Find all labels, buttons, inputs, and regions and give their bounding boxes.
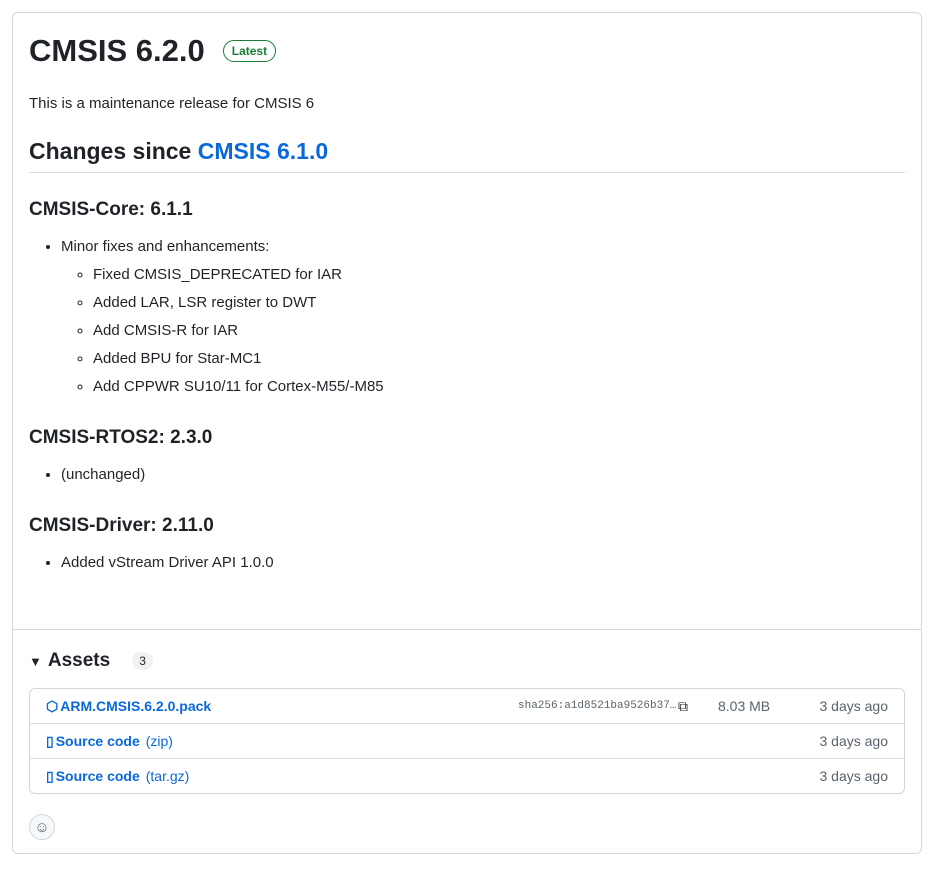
assets-table: ⬡ ARM.CMSIS.6.2.0.pack sha256:a1d8521ba95…: [29, 688, 905, 794]
asset-row: ▯ Source code (zip) 3 days ago: [30, 723, 904, 758]
asset-ext: (tar.gz): [145, 768, 190, 784]
asset-name: Source code: [55, 768, 140, 784]
latest-badge: Latest: [222, 40, 277, 62]
changes-prefix: Changes since: [29, 138, 198, 164]
release-intro: This is a maintenance release for CMSIS …: [29, 95, 315, 112]
asset-ext: (zip): [145, 733, 173, 749]
section-heading: CMSIS-Driver: 2.11.0: [29, 515, 214, 536]
asset-date: 3 days ago: [819, 768, 889, 784]
assets-toggle[interactable]: ▼ Assets 3: [29, 650, 905, 672]
list-item: Added BPU for Star-MC1: [93, 345, 905, 373]
section-heading: CMSIS-RTOS2: 2.3.0: [29, 427, 213, 448]
asset-name: Source code: [55, 733, 140, 749]
section-heading: CMSIS-Core: 6.1.1: [29, 199, 193, 220]
assets-count: 3: [132, 652, 153, 670]
file-zip-icon: ▯: [46, 732, 54, 749]
package-icon: ⬡: [46, 697, 59, 714]
list-item: Fixed CMSIS_DEPRECATED for IAR: [93, 261, 905, 289]
list-item: Added vStream Driver API 1.0.0: [61, 549, 905, 577]
copy-icon[interactable]: ⧉: [678, 698, 718, 715]
release-card: CMSIS 6.2.0 Latest This is a maintenance …: [12, 12, 922, 854]
changes-link[interactable]: CMSIS 6.1.0: [198, 138, 328, 164]
asset-link[interactable]: ▯ Source code (tar.gz): [46, 768, 808, 785]
release-title: CMSIS 6.2.0: [29, 33, 205, 68]
assets-section: ▼ Assets 3 ⬡ ARM.CMSIS.6.2.0.pack sha256:a1…: [13, 629, 921, 840]
list-item: Minor fixes and enhancements: Fixed CMSI…: [61, 233, 905, 401]
changes-heading: Changes since CMSIS 6.1.0: [29, 138, 905, 173]
asset-size: 8.03 MB: [718, 698, 771, 714]
list-item: Added LAR, LSR register to DWT: [93, 289, 905, 317]
list-item: Add CMSIS-R for IAR: [93, 317, 905, 345]
asset-link[interactable]: ⬡ ARM.CMSIS.6.2.0.pack: [46, 698, 518, 715]
asset-name: ARM.CMSIS.6.2.0.pack: [60, 698, 212, 714]
file-zip-icon: ▯: [46, 767, 54, 784]
list-item: Add CPPWR SU10/11 for Cortex-M55/-M85: [93, 373, 905, 401]
asset-row: ⬡ ARM.CMSIS.6.2.0.pack sha256:a1d8521ba95…: [30, 689, 904, 723]
asset-date: 3 days ago: [819, 733, 889, 749]
list-item: (unchanged): [61, 461, 905, 489]
assets-label: Assets: [47, 650, 111, 671]
asset-link[interactable]: ▯ Source code (zip): [46, 733, 808, 750]
asset-date: 3 days ago: [819, 698, 889, 714]
asset-row: ▯ Source code (tar.gz) 3 days ago: [30, 758, 904, 793]
list-item-text: Minor fixes and enhancements:: [61, 238, 270, 255]
triangle-down-icon: ▼: [29, 653, 42, 669]
asset-sha: sha256:a1d8521ba9526b37…: [518, 700, 677, 712]
smiley-icon: ☺: [34, 818, 50, 836]
add-reaction-button[interactable]: ☺: [29, 814, 55, 840]
